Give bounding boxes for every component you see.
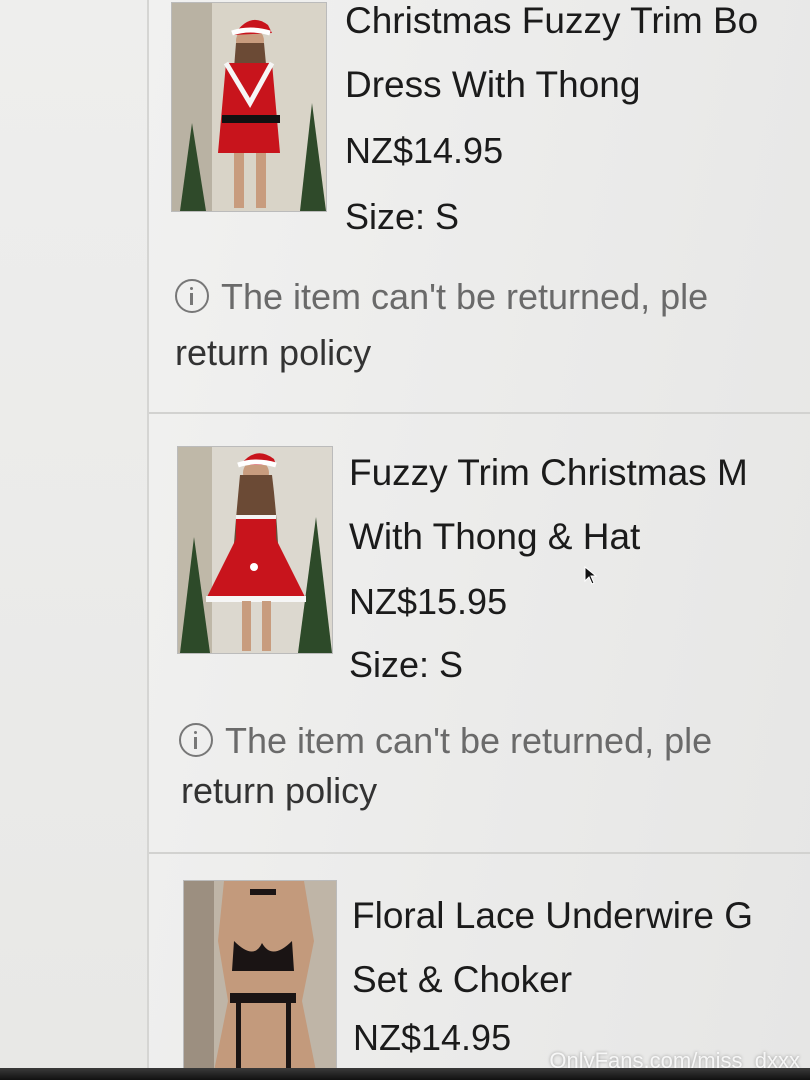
item-title-line1[interactable]: Floral Lace Underwire G — [352, 884, 753, 948]
product-thumbnail[interactable] — [171, 2, 327, 212]
mouse-cursor-icon — [584, 566, 598, 585]
return-notice-text: The item can't be returned, ple — [225, 720, 713, 761]
item-price: NZ$15.95 — [349, 581, 508, 622]
screen: Christmas Fuzzy Trim Bo Dress With Thong… — [0, 0, 810, 1080]
monitor-bezel — [0, 1068, 810, 1080]
item-title-line2[interactable]: Dress With Thong — [345, 53, 640, 117]
info-icon — [179, 723, 213, 757]
item-title-line1[interactable]: Christmas Fuzzy Trim Bo — [345, 0, 758, 53]
item-price: NZ$14.95 — [353, 1017, 512, 1058]
return-notice: The item can't be returned, ple — [179, 720, 712, 762]
return-policy-link[interactable]: return policy — [175, 332, 371, 374]
item-size: Size: S — [349, 644, 464, 685]
item-title-line1[interactable]: Fuzzy Trim Christmas M — [349, 441, 748, 505]
item-title-line2[interactable]: Set & Choker — [352, 948, 572, 1012]
order-item: Christmas Fuzzy Trim Bo Dress With Thong… — [149, 0, 810, 414]
left-margin — [0, 0, 149, 1080]
order-item: Fuzzy Trim Christmas M With Thong & Hat … — [149, 414, 810, 854]
item-title-line2[interactable]: With Thong & Hat — [349, 505, 640, 569]
product-photo-icon — [178, 447, 332, 653]
item-size: Size: S — [345, 196, 460, 237]
product-thumbnail[interactable] — [183, 880, 337, 1072]
item-price: NZ$14.95 — [345, 130, 504, 171]
return-notice: The item can't be returned, ple — [175, 276, 708, 318]
product-photo-icon — [172, 3, 326, 211]
order-item: Floral Lace Underwire G Set & Choker NZ$… — [149, 854, 810, 1080]
info-icon — [175, 279, 209, 313]
product-thumbnail[interactable] — [177, 446, 333, 654]
product-photo-icon — [184, 881, 336, 1071]
return-policy-link[interactable]: return policy — [181, 770, 377, 812]
return-notice-text: The item can't be returned, ple — [221, 276, 709, 317]
